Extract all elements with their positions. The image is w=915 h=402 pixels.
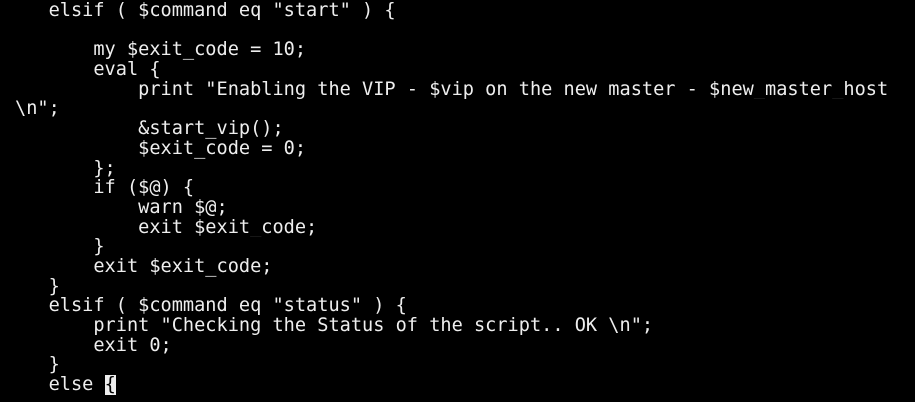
code-line: elsif ( $command eq "start" ) { bbox=[15, 1, 396, 21]
code-line: \n"; bbox=[15, 99, 60, 120]
code-line: $exit_code = 0; bbox=[15, 138, 307, 159]
code-line-current: else { bbox=[15, 375, 888, 395]
code-line: &start_vip(); bbox=[15, 119, 284, 139]
code-line: if ($@) { bbox=[15, 178, 195, 198]
code-line: } bbox=[15, 355, 60, 376]
code-line: elsif ( $command eq "status" ) { bbox=[15, 296, 407, 316]
code-line: warn $@; bbox=[15, 197, 228, 218]
code-line: eval { bbox=[15, 60, 161, 80]
code-line: exit $exit_code; bbox=[15, 256, 273, 277]
code-line: exit 0; bbox=[15, 335, 172, 356]
code-editor[interactable]: elsif ( $command eq "start" ) { my $exit… bbox=[15, 1, 888, 395]
code-line: print "Checking the Status of the script… bbox=[15, 316, 654, 336]
code-line: my $exit_code = 10; bbox=[15, 40, 307, 61]
terminal-window[interactable]: elsif ( $command eq "start" ) { my $exit… bbox=[0, 0, 915, 402]
code-line: } bbox=[15, 237, 105, 257]
code-line: print "Enabling the VIP - $vip on the ne… bbox=[15, 79, 889, 100]
code-line-text: else bbox=[15, 375, 105, 395]
code-line: }; bbox=[15, 158, 116, 179]
text-cursor[interactable]: { bbox=[104, 375, 116, 395]
code-line: } bbox=[15, 276, 60, 297]
code-line: exit $exit_code; bbox=[15, 217, 318, 238]
